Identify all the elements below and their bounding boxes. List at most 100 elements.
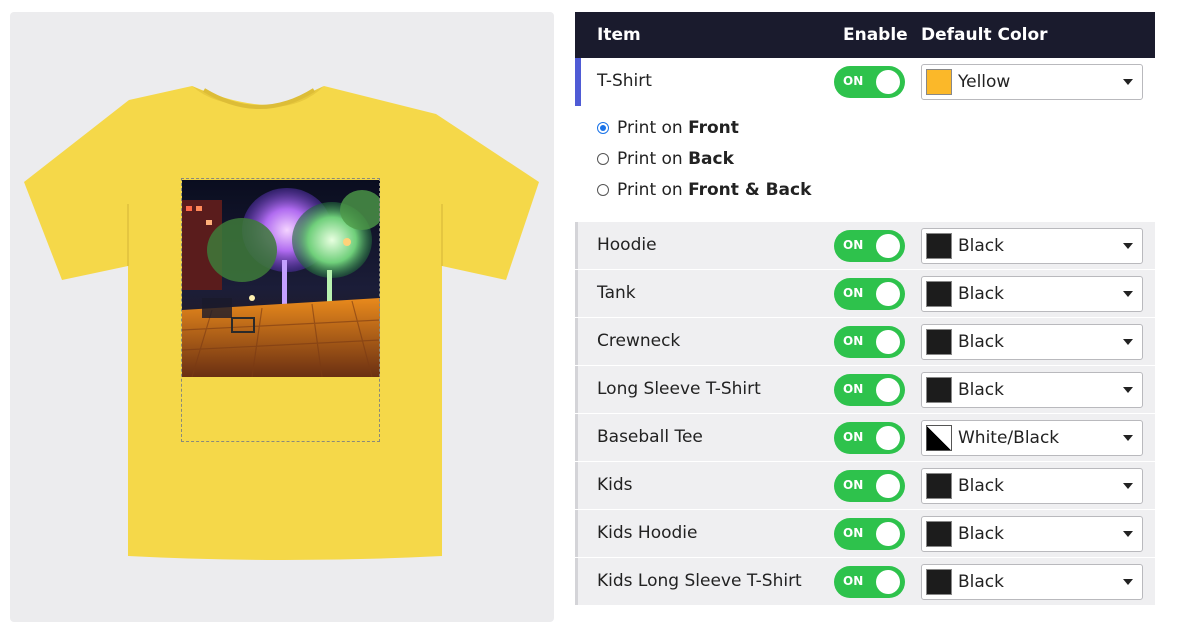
radio-button[interactable] — [597, 122, 609, 134]
table-row[interactable]: Crewneck ON Black — [575, 318, 1155, 366]
table-body: T-Shirt ON Yellow Print on Front Print on Ba… — [575, 58, 1155, 606]
print-options: Print on Front Print on Back Print on Fron… — [575, 106, 1155, 222]
toggle-knob — [876, 474, 900, 498]
chevron-down-icon — [1123, 339, 1133, 345]
artwork-image[interactable] — [182, 180, 380, 377]
chevron-down-icon — [1123, 291, 1133, 297]
item-name: Tank — [597, 283, 636, 303]
print-option-side: Front — [688, 118, 739, 138]
item-name: Kids Hoodie — [597, 523, 698, 543]
toggle-on-label: ON — [843, 74, 864, 88]
toggle-on-label: ON — [843, 574, 864, 588]
color-swatch — [926, 69, 952, 95]
color-swatch — [926, 329, 952, 355]
item-name: Baseball Tee — [597, 427, 703, 447]
item-name: Long Sleeve T-Shirt — [597, 379, 761, 399]
row-indicator — [575, 462, 578, 509]
toggle-knob — [876, 570, 900, 594]
color-label: Black — [958, 332, 1004, 352]
default-color-select[interactable]: Yellow — [921, 64, 1143, 100]
color-label: Yellow — [958, 72, 1011, 92]
enable-toggle[interactable]: ON — [834, 470, 905, 502]
color-label: Black — [958, 476, 1004, 496]
default-color-select[interactable]: Black — [921, 564, 1143, 600]
table-row[interactable]: Kids Long Sleeve T-Shirt ON Black — [575, 558, 1155, 606]
enable-toggle[interactable]: ON — [834, 422, 905, 454]
toggle-knob — [876, 426, 900, 450]
chevron-down-icon — [1123, 531, 1133, 537]
print-option[interactable]: Print on Front — [597, 118, 739, 138]
product-preview-panel — [10, 12, 554, 622]
toggle-on-label: ON — [843, 334, 864, 348]
print-option-side: Back — [688, 149, 734, 169]
default-color-select[interactable]: Black — [921, 468, 1143, 504]
item-name: Hoodie — [597, 235, 657, 255]
enable-toggle[interactable]: ON — [834, 278, 905, 310]
table-row[interactable]: Kids Hoodie ON Black — [575, 510, 1155, 558]
color-label: Black — [958, 524, 1004, 544]
print-option[interactable]: Print on Back — [597, 149, 734, 169]
color-label: White/Black — [958, 428, 1060, 448]
color-swatch — [926, 569, 952, 595]
color-swatch — [926, 281, 952, 307]
color-label: Black — [958, 284, 1004, 304]
toggle-on-label: ON — [843, 286, 864, 300]
item-name: Crewneck — [597, 331, 681, 351]
row-indicator — [575, 414, 578, 461]
color-swatch — [926, 473, 952, 499]
enable-toggle[interactable]: ON — [834, 518, 905, 550]
color-label: Black — [958, 236, 1004, 256]
toggle-on-label: ON — [843, 382, 864, 396]
toggle-knob — [876, 282, 900, 306]
default-color-select[interactable]: Black — [921, 324, 1143, 360]
enable-toggle[interactable]: ON — [834, 374, 905, 406]
enable-toggle[interactable]: ON — [834, 66, 905, 98]
toggle-on-label: ON — [843, 478, 864, 492]
default-color-select[interactable]: Black — [921, 516, 1143, 552]
row-indicator — [575, 270, 578, 317]
row-indicator — [575, 222, 578, 269]
print-option-prefix: Print on — [617, 180, 689, 200]
print-option-side: Front & Back — [688, 180, 812, 200]
table-header: Item Enable Default Color — [575, 12, 1155, 58]
row-indicator — [575, 318, 578, 365]
table-row[interactable]: Long Sleeve T-Shirt ON Black — [575, 366, 1155, 414]
chevron-down-icon — [1123, 243, 1133, 249]
enable-toggle[interactable]: ON — [834, 566, 905, 598]
default-color-select[interactable]: White/Black — [921, 420, 1143, 456]
row-indicator — [575, 510, 578, 557]
toggle-knob — [876, 330, 900, 354]
radio-button[interactable] — [597, 153, 609, 165]
item-name: T-Shirt — [597, 71, 652, 91]
color-swatch — [926, 425, 952, 451]
item-name: Kids — [597, 475, 633, 495]
default-color-select[interactable]: Black — [921, 276, 1143, 312]
row-indicator — [575, 58, 581, 106]
header-item: Item — [597, 25, 641, 45]
toggle-on-label: ON — [843, 430, 864, 444]
table-row[interactable]: Baseball Tee ON White/Black — [575, 414, 1155, 462]
row-indicator — [575, 558, 578, 605]
chevron-down-icon — [1123, 387, 1133, 393]
color-swatch — [926, 521, 952, 547]
color-label: Black — [958, 572, 1004, 592]
item-name: Kids Long Sleeve T-Shirt — [597, 571, 802, 591]
header-enable: Enable — [843, 25, 908, 45]
table-row[interactable]: Hoodie ON Black — [575, 222, 1155, 270]
chevron-down-icon — [1123, 79, 1133, 85]
table-row[interactable]: T-Shirt ON Yellow — [575, 58, 1155, 106]
table-row[interactable]: Tank ON Black — [575, 270, 1155, 318]
product-table: Item Enable Default Color T-Shirt ON Yello… — [575, 12, 1155, 606]
chevron-down-icon — [1123, 579, 1133, 585]
color-label: Black — [958, 380, 1004, 400]
toggle-knob — [876, 234, 900, 258]
enable-toggle[interactable]: ON — [834, 230, 905, 262]
chevron-down-icon — [1123, 483, 1133, 489]
row-indicator — [575, 366, 578, 413]
print-option[interactable]: Print on Front & Back — [597, 180, 811, 200]
enable-toggle[interactable]: ON — [834, 326, 905, 358]
radio-button[interactable] — [597, 184, 609, 196]
default-color-select[interactable]: Black — [921, 228, 1143, 264]
table-row[interactable]: Kids ON Black — [575, 462, 1155, 510]
default-color-select[interactable]: Black — [921, 372, 1143, 408]
